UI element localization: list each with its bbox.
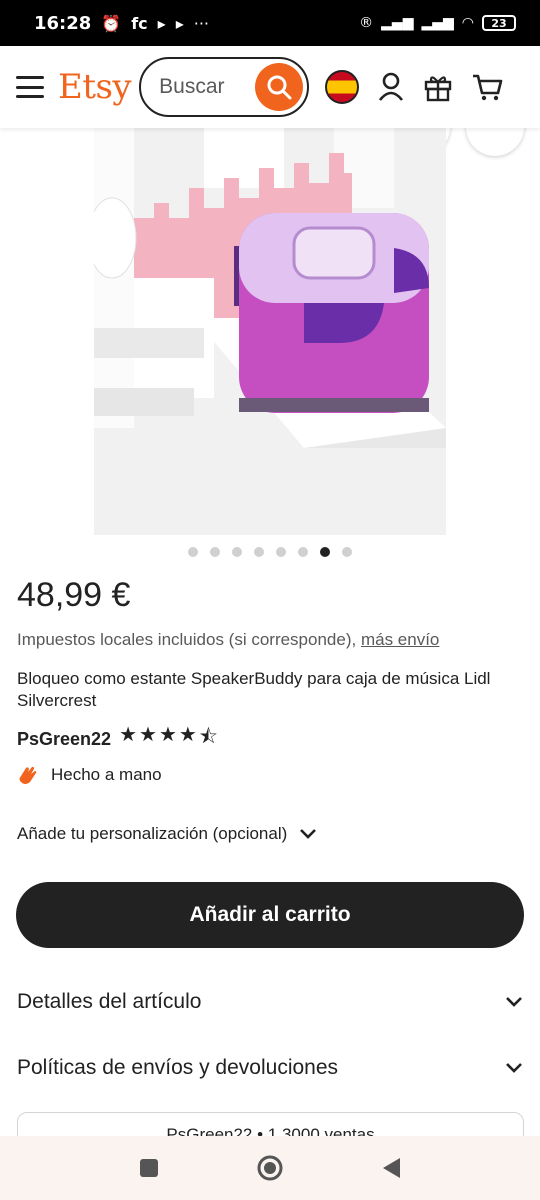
chevron-down-icon (506, 1063, 522, 1073)
signal-icon: ▂▄▆ (421, 15, 454, 31)
handmade-badge: Hecho a mano (17, 764, 162, 786)
alarm-icon: ⏰ (101, 13, 122, 33)
star-icon: ★ (139, 722, 157, 746)
gallery-pagination[interactable] (0, 547, 540, 557)
gallery-dot[interactable] (276, 547, 286, 557)
product-price: 48,99 € (17, 576, 131, 614)
wifi-icon: ◠ (461, 15, 474, 31)
signal-icon: ▂▄▆ (381, 15, 414, 31)
status-bar: 16:28 ⏰ fc ▸ ▸ ··· ® ▂▄▆ ▂▄▆ ◠ 23 (0, 0, 540, 46)
add-to-cart-button[interactable]: Añadir al carrito (16, 882, 524, 948)
gallery-dot-active[interactable] (320, 547, 330, 557)
search-icon (267, 75, 292, 100)
gallery-dot[interactable] (342, 547, 352, 557)
personalization-toggle[interactable]: Añade tu personalización (opcional) (17, 824, 317, 844)
shop-name-link[interactable]: PsGreen22 (17, 729, 111, 750)
etsy-logo[interactable]: Etsy (58, 67, 132, 107)
site-header: Etsy (0, 46, 540, 128)
star-icon: ★ (119, 722, 137, 746)
hand-wave-icon (19, 766, 37, 784)
language-flag-icon[interactable] (325, 70, 360, 104)
search-input[interactable] (159, 75, 256, 99)
chevron-down-icon (300, 829, 317, 839)
star-icon: ★ (178, 722, 197, 746)
search-button[interactable] (255, 63, 304, 111)
shop-rating-row: PsGreen22 ★ ★ ★ ★ ⯪ (17, 722, 218, 756)
accordion-label: Políticas de envíos y devoluciones (17, 1056, 339, 1079)
gallery-dot[interactable] (254, 547, 264, 557)
gallery-dot[interactable] (232, 547, 242, 557)
accordion-item-details[interactable]: Detalles del artículo (17, 990, 523, 1014)
chevron-down-icon (506, 997, 522, 1007)
menu-icon[interactable] (16, 76, 44, 98)
home-icon[interactable] (256, 1154, 284, 1182)
half-star-icon: ⯪ (198, 724, 218, 748)
registered-icon: ® (359, 15, 374, 31)
recent-apps-icon[interactable] (138, 1157, 160, 1179)
android-nav-bar (0, 1136, 540, 1200)
favorite-button[interactable] (466, 128, 524, 156)
tax-note-text: Impuestos locales incluidos (si correspo… (17, 630, 357, 649)
back-icon[interactable] (380, 1156, 402, 1180)
handmade-label: Hecho a mano (51, 765, 162, 784)
tax-note: Impuestos locales incluidos (si correspo… (17, 630, 439, 650)
personalization-label: Añade tu personalización (opcional) (17, 824, 288, 843)
accordion-item-shipping[interactable]: Políticas de envíos y devoluciones (17, 1056, 523, 1080)
product-title: Bloqueo como estante SpeakerBuddy para c… (17, 669, 491, 710)
account-icon[interactable] (377, 72, 405, 102)
gift-icon[interactable] (423, 72, 453, 102)
play-icon: ▸ (175, 13, 184, 33)
shipping-link[interactable]: más envío (361, 630, 439, 649)
carrier-label: fc (131, 13, 148, 33)
accordion-label: Detalles del artículo (17, 990, 202, 1013)
search-box[interactable] (139, 57, 310, 117)
more-dots-icon: ··· (193, 13, 209, 33)
gallery-dot[interactable] (188, 547, 198, 557)
play-icon: ▸ (157, 13, 166, 33)
gallery-dot[interactable] (210, 547, 220, 557)
star-rating: ★ ★ ★ ★ ⯪ (119, 722, 218, 756)
product-gallery[interactable] (0, 128, 540, 536)
cart-icon[interactable] (471, 72, 503, 102)
battery-indicator: 23 (482, 15, 516, 31)
gallery-dot[interactable] (298, 547, 308, 557)
star-icon: ★ (158, 722, 177, 746)
product-image (94, 128, 446, 535)
status-time: 16:28 (34, 12, 92, 34)
